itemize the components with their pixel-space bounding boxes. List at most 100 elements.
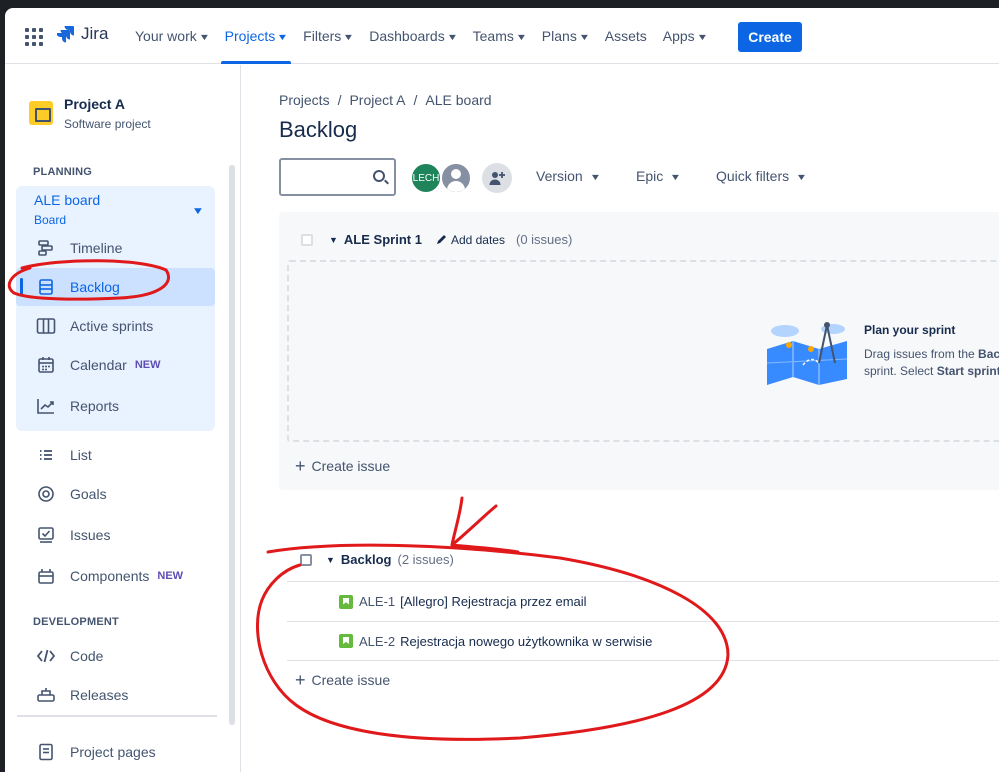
issue-key[interactable]: ALE-2 <box>359 634 395 649</box>
sprint-header[interactable]: ▼ ALE Sprint 1 Add dates (0 issues) <box>301 232 572 247</box>
calendar-icon <box>35 354 57 376</box>
breadcrumb-project[interactable]: Project A <box>349 92 405 108</box>
sidebar-item-list[interactable]: List <box>16 436 215 474</box>
sidebar-item-label: List <box>70 447 92 463</box>
sidebar-item-label: Releases <box>70 687 129 703</box>
chevron-down-icon[interactable]: ▼ <box>326 555 335 565</box>
sprint-name: ALE Sprint 1 <box>343 232 422 247</box>
chevron-down-icon: ▼ <box>589 171 601 182</box>
sidebar-item-label: Reports <box>70 398 120 414</box>
components-icon <box>35 565 57 587</box>
sidebar-item-project-pages[interactable]: Project pages <box>16 733 215 771</box>
filter-label: Quick filters <box>716 168 790 184</box>
add-people-icon[interactable] <box>482 163 512 193</box>
filter-label: Version <box>536 168 583 184</box>
backlog-checkbox[interactable] <box>300 553 312 566</box>
chevron-down-icon: ▼ <box>696 31 708 42</box>
story-icon <box>339 634 353 648</box>
sidebar-item-reports[interactable]: Reports <box>16 387 215 425</box>
chevron-down-icon: ▼ <box>198 31 211 42</box>
create-button[interactable]: Create <box>738 22 802 52</box>
sidebar-item-code[interactable]: Code <box>16 637 215 675</box>
search-input[interactable] <box>279 158 396 196</box>
nav-apps[interactable]: Apps ▼ <box>655 8 715 64</box>
sidebar-item-timeline[interactable]: Timeline <box>16 229 215 267</box>
app-switcher-icon[interactable] <box>25 28 43 46</box>
issues-icon <box>35 524 57 546</box>
plan-text-2-bold: Start sprint <box>936 364 999 378</box>
nav-plans[interactable]: Plans ▼ <box>534 8 597 64</box>
timeline-icon <box>35 237 57 259</box>
nav-dashboards[interactable]: Dashboards ▼ <box>361 8 464 64</box>
top-navigation: Jira Your work ▼ Projects ▼ Filters ▼ Dashb… <box>5 8 999 64</box>
nav-items: Your work ▼ Projects ▼ Filters ▼ Dashboards… <box>127 8 715 64</box>
new-badge: NEW <box>134 359 161 371</box>
pencil-icon <box>436 235 446 244</box>
sidebar-item-goals[interactable]: Goals <box>16 475 215 513</box>
plan-sprint-description: Drag issues from the Bac sprint. Select … <box>864 346 999 380</box>
nav-projects[interactable]: Projects ▼ <box>217 8 296 64</box>
chevron-down-icon: ▼ <box>578 31 591 42</box>
breadcrumb-separator: / <box>413 92 418 108</box>
epic-filter[interactable]: Epic ▼ <box>636 168 681 184</box>
chevron-down-icon: ▼ <box>446 31 458 42</box>
sidebar-item-backlog[interactable]: Backlog <box>16 268 215 306</box>
sidebar-item-label: Issues <box>70 527 111 543</box>
breadcrumb-board[interactable]: ALE board <box>425 92 491 108</box>
add-dates-label: Add dates <box>450 232 505 247</box>
issue-summary: [Allegro] Rejestracja przez email <box>400 594 587 609</box>
backlog-header[interactable]: ▼ Backlog (2 issues) <box>300 552 454 567</box>
avatar-default[interactable] <box>440 162 472 194</box>
list-icon <box>35 444 57 466</box>
sidebar-item-label: Code <box>70 648 104 664</box>
avatar-lech[interactable]: LECH <box>410 162 442 194</box>
sidebar-item-label: Timeline <box>70 240 123 256</box>
sprint-issue-count: (0 issues) <box>515 232 573 247</box>
add-dates-button[interactable]: Add dates <box>436 233 505 247</box>
plan-sprint-title: Plan your sprint <box>864 323 956 337</box>
sidebar-scrollbar[interactable] <box>229 165 235 725</box>
issue-summary: Rejestracja nowego użytkownika w serwisi… <box>400 633 653 649</box>
sidebar-divider <box>17 715 217 717</box>
sidebar-item-calendar[interactable]: Calendar NEW <box>16 346 215 384</box>
sidebar-item-components[interactable]: Components NEW <box>16 557 215 595</box>
sidebar-item-active-sprints[interactable]: Active sprints <box>16 307 215 345</box>
issue-row[interactable]: ALE-1 [Allegro] Rejestracja przez email <box>287 581 999 621</box>
create-issue-label: Create issue <box>311 672 391 688</box>
sidebar-item-label: Goals <box>70 486 107 502</box>
planning-heading: PLANNING <box>33 166 93 178</box>
breadcrumb-projects[interactable]: Projects <box>279 92 330 108</box>
sidebar-item-label: Backlog <box>70 279 120 295</box>
quick-filters[interactable]: Quick filters ▼ <box>716 168 807 184</box>
board-switcher[interactable]: ALE board <box>34 192 100 208</box>
project-name[interactable]: Project A <box>64 96 125 112</box>
nav-label: Teams <box>472 28 514 44</box>
nav-teams[interactable]: Teams ▼ <box>465 8 534 64</box>
nav-assets[interactable]: Assets <box>597 8 655 64</box>
project-sidebar: Project A Software project PLANNING ALE … <box>5 65 241 772</box>
sidebar-item-label: Calendar <box>70 357 127 373</box>
sidebar-item-releases[interactable]: Releases <box>16 676 215 714</box>
sidebar-item-label: Components <box>70 568 150 584</box>
page-title: Backlog <box>279 117 358 142</box>
version-filter[interactable]: Version ▼ <box>536 168 601 184</box>
logo-text: Jira <box>81 24 109 43</box>
nav-filters[interactable]: Filters ▼ <box>295 8 361 64</box>
sidebar-item-issues[interactable]: Issues <box>16 516 215 554</box>
backlog-name: Backlog <box>340 552 392 567</box>
jira-logo[interactable]: Jira <box>57 24 108 44</box>
search-icon <box>373 170 385 182</box>
issue-row[interactable]: ALE-2 Rejestracja nowego użytkownika w s… <box>287 621 999 661</box>
sprint-create-issue-button[interactable]: + Create issue <box>295 457 390 475</box>
chevron-down-icon[interactable]: ▼ <box>192 206 205 217</box>
plan-text-1-bold: Bac <box>978 347 999 361</box>
issue-key[interactable]: ALE-1 <box>359 594 395 609</box>
chevron-down-icon[interactable]: ▼ <box>329 235 338 245</box>
nav-your-work[interactable]: Your work ▼ <box>127 8 217 64</box>
nav-label: Plans <box>541 28 577 44</box>
nav-label: Assets <box>604 28 647 44</box>
sprint-checkbox[interactable] <box>301 233 313 246</box>
breadcrumb-separator: / <box>337 92 342 108</box>
new-badge: NEW <box>157 570 184 582</box>
backlog-create-issue-button[interactable]: + Create issue <box>295 671 390 689</box>
